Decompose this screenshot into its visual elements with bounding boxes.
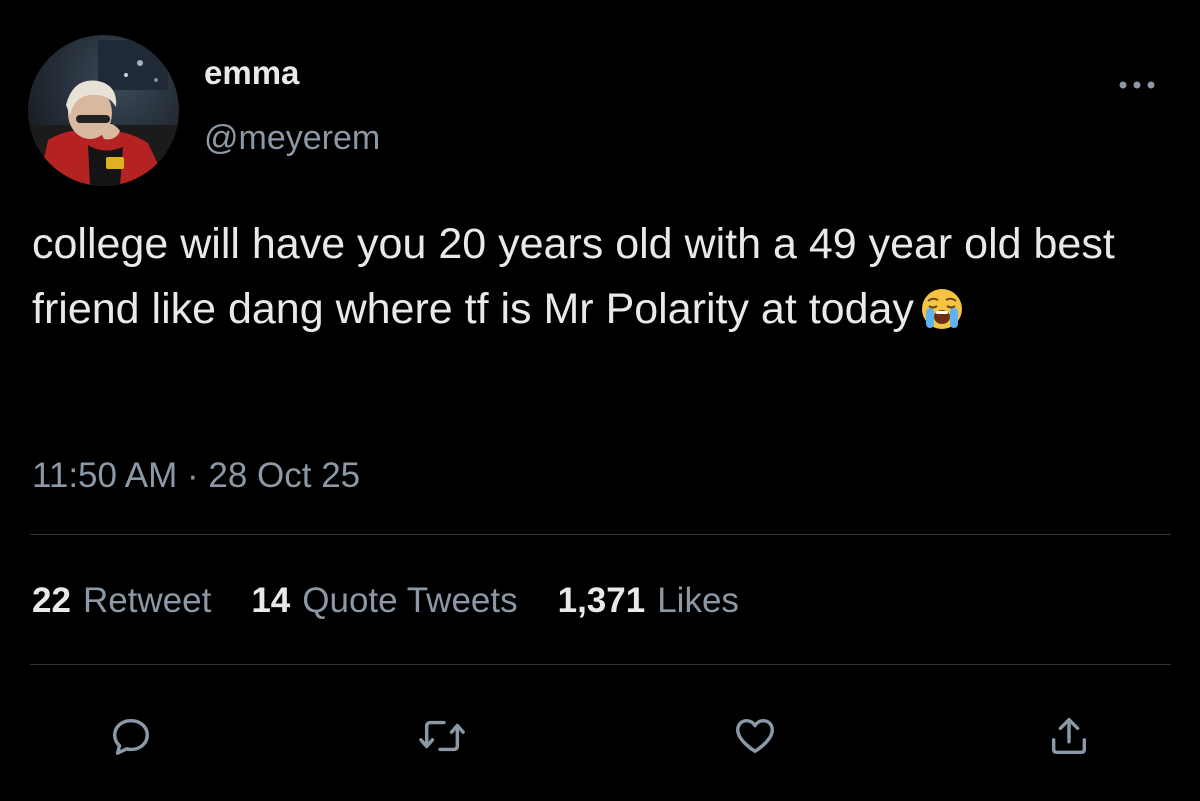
display-name[interactable]: emma [204, 53, 299, 93]
share-button[interactable] [1039, 706, 1099, 766]
loudly-crying-face-icon [920, 285, 964, 350]
likes-stat[interactable]: 1,371 Likes [558, 580, 739, 622]
more-options-button[interactable] [1112, 70, 1162, 100]
reply-button[interactable] [101, 706, 161, 766]
share-icon [1051, 717, 1087, 755]
tweet-timestamp[interactable]: 11:50 AM · 28 Oct 25 [32, 455, 360, 497]
retweet-button[interactable] [412, 706, 472, 766]
divider [30, 664, 1171, 665]
quote-tweets-count: 14 [251, 581, 291, 620]
reply-icon [112, 718, 150, 755]
tweet-body: college will have you 20 years old with … [32, 212, 1152, 350]
retweets-stat[interactable]: 22 Retweet [32, 580, 211, 622]
likes-label: Likes [657, 581, 739, 620]
tweet-detail: emma @meyerem college will have you 20 y… [0, 0, 1200, 801]
heart-icon [736, 718, 774, 754]
likes-count: 1,371 [557, 581, 646, 620]
retweet-icon [419, 720, 465, 752]
divider [30, 534, 1171, 535]
like-button[interactable] [725, 706, 785, 766]
retweets-label: Retweet [82, 581, 212, 620]
quote-tweets-label: Quote Tweets [302, 581, 518, 620]
quote-tweets-stat[interactable]: 14 Quote Tweets [251, 580, 517, 622]
avatar[interactable] [28, 35, 179, 186]
avatar-photo [28, 35, 179, 186]
user-handle[interactable]: @meyerem [204, 118, 380, 158]
retweets-count: 22 [32, 581, 71, 620]
engagement-stats: 22 Retweet 14 Quote Tweets 1,371 Likes [32, 580, 739, 622]
more-dots-icon [1119, 81, 1155, 89]
